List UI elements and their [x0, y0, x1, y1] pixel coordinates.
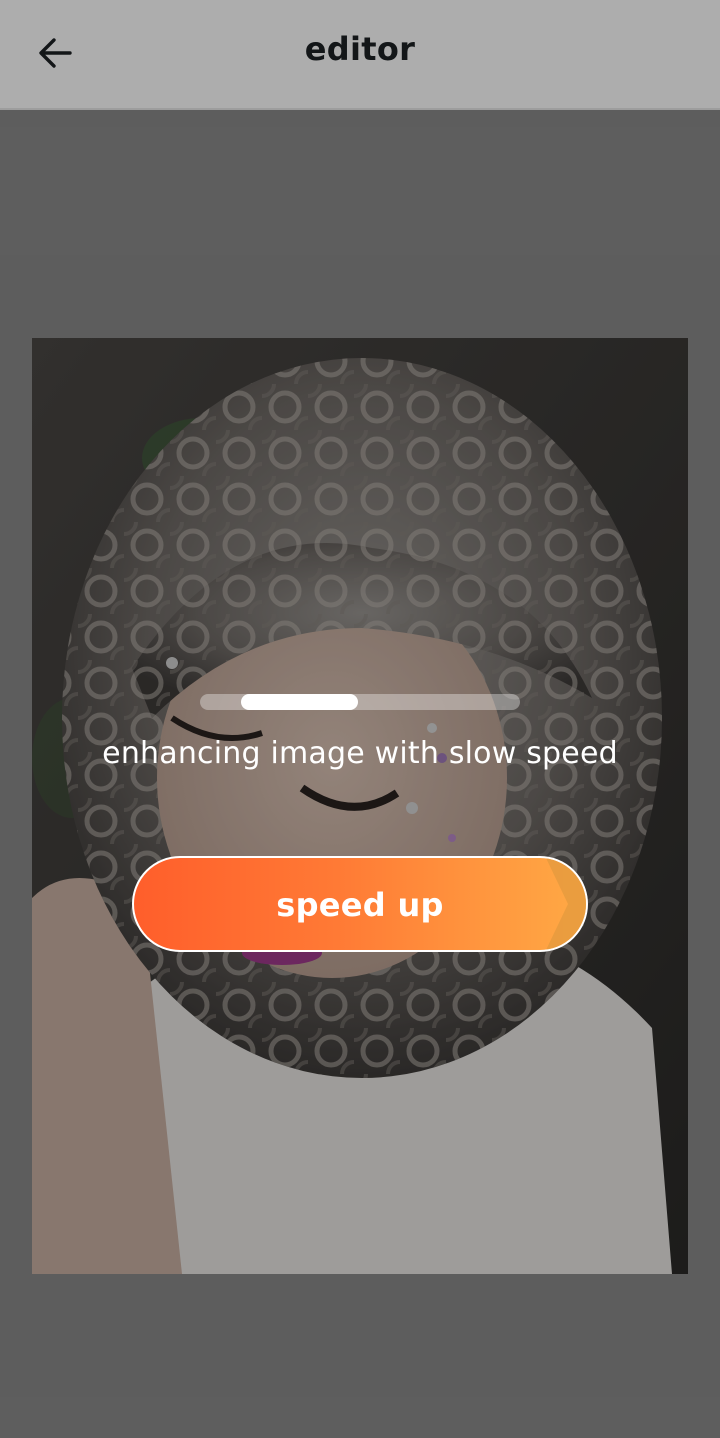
progress-indicator-thumb: [241, 694, 358, 710]
enhancing-status-text: enhancing image with slow speed: [102, 736, 618, 771]
speed-up-label: speed up: [276, 886, 444, 924]
progress-indicator: [200, 694, 520, 710]
speed-up-button[interactable]: speed up: [132, 856, 588, 952]
editor-screen: editor enhancing image with slow speed s…: [0, 0, 720, 1438]
loading-overlay: [0, 0, 720, 1438]
